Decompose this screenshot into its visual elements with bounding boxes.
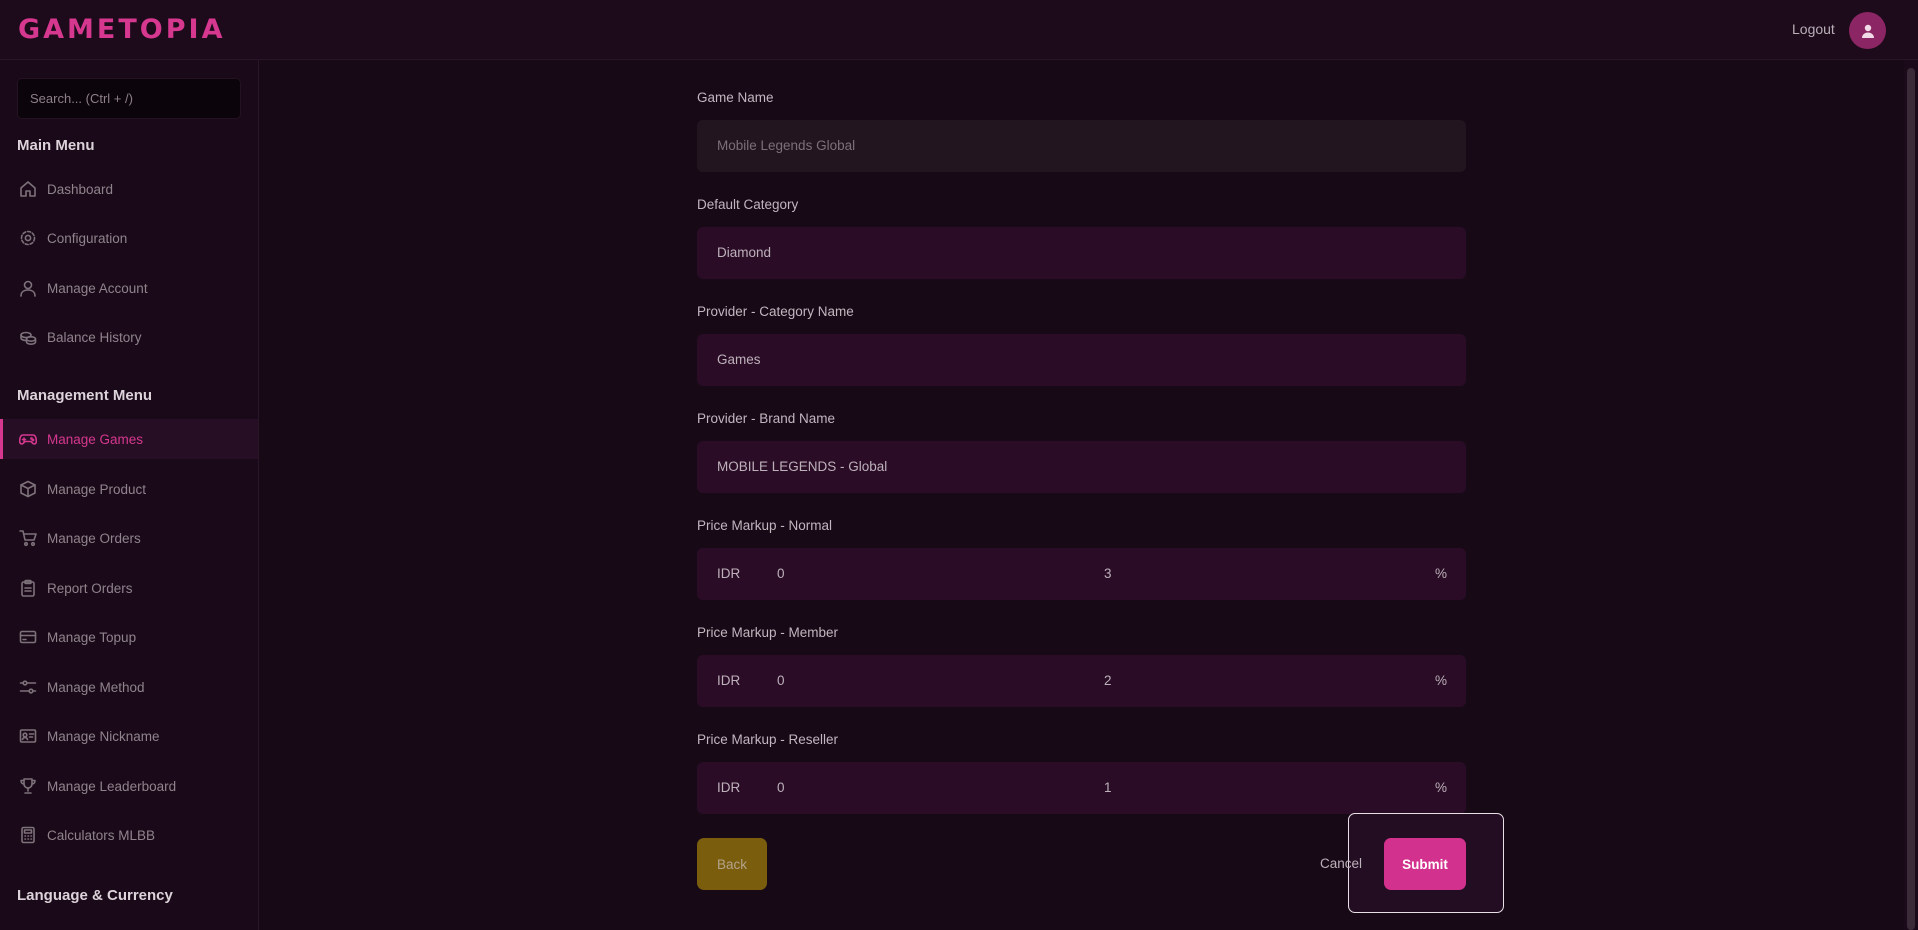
page-scrollbar[interactable] <box>1904 60 1918 930</box>
percent-suffix: % <box>1435 566 1448 581</box>
percent-suffix: % <box>1435 673 1448 688</box>
user-icon <box>18 279 37 298</box>
sidebar-item-manage-orders[interactable]: Manage Orders <box>0 518 258 558</box>
gear-icon <box>18 229 37 248</box>
markup-member-label: Price Markup - Member <box>697 625 839 640</box>
sidebar-item-manage-product[interactable]: Manage Product <box>0 469 258 509</box>
sidebar-item-configuration[interactable]: Configuration <box>0 218 258 258</box>
gamepad-icon <box>18 430 37 449</box>
sidebar-item-calculators-mlbb[interactable]: Calculators MLBB <box>0 815 258 855</box>
sidebar-item-dashboard[interactable]: Dashboard <box>0 169 258 209</box>
provider-brand-field[interactable]: MOBILE LEGENDS - Global <box>697 441 1466 493</box>
sidebar-item-label: Configuration <box>47 230 128 246</box>
sidebar-item-label: Dashboard <box>47 181 114 197</box>
markup-reseller-label: Price Markup - Reseller <box>697 732 839 747</box>
currency-prefix: IDR <box>717 566 741 581</box>
user-icon <box>1861 24 1874 38</box>
language-currency-title: Language & Currency <box>17 887 173 904</box>
sidebar: Main Menu Dashboard Configuration Manage… <box>0 60 259 930</box>
sidebar-item-label: Calculators MLBB <box>47 827 156 843</box>
sidebar-item-manage-leaderboard[interactable]: Manage Leaderboard <box>0 766 258 806</box>
markup-reseller-group: IDR 0 1 % <box>697 762 1466 814</box>
search-input[interactable] <box>17 78 241 119</box>
markup-member-percent-input[interactable]: 2 <box>1104 673 1112 688</box>
sliders-icon <box>18 678 37 697</box>
sidebar-item-label: Manage Nickname <box>47 728 160 744</box>
game-name-label: Game Name <box>697 90 774 105</box>
game-name-field: Mobile Legends Global <box>697 120 1466 172</box>
markup-normal-percent-input[interactable]: 3 <box>1104 566 1112 581</box>
currency-prefix: IDR <box>717 673 741 688</box>
default-category-label: Default Category <box>697 197 799 212</box>
sidebar-item-manage-account[interactable]: Manage Account <box>0 268 258 308</box>
sidebar-item-label: Manage Account <box>47 280 148 296</box>
main-menu-title: Main Menu <box>17 137 95 154</box>
coins-icon <box>18 328 37 347</box>
id-card-icon <box>18 727 37 746</box>
cancel-button[interactable]: Cancel <box>1320 856 1362 871</box>
clipboard-icon <box>18 579 37 598</box>
box-icon <box>18 480 37 499</box>
markup-normal-label: Price Markup - Normal <box>697 518 833 533</box>
markup-reseller-fixed-input[interactable]: 0 <box>777 780 785 795</box>
card-icon <box>18 628 37 647</box>
sidebar-item-balance-history[interactable]: Balance History <box>0 317 258 357</box>
sidebar-item-label: Manage Games <box>47 431 144 447</box>
sidebar-item-label: Report Orders <box>47 580 133 596</box>
markup-member-fixed-input[interactable]: 0 <box>777 673 785 688</box>
submit-button[interactable]: Submit <box>1384 838 1466 890</box>
percent-suffix: % <box>1435 780 1448 795</box>
logout-link[interactable]: Logout <box>1792 21 1835 37</box>
sidebar-item-manage-nickname[interactable]: Manage Nickname <box>0 716 258 756</box>
sidebar-item-label: Balance History <box>47 329 142 345</box>
provider-brand-label: Provider - Brand Name <box>697 411 836 426</box>
markup-normal-group: IDR 0 3 % <box>697 548 1466 600</box>
sidebar-item-label: Manage Topup <box>47 629 137 645</box>
back-button[interactable]: Back <box>697 838 767 890</box>
top-header: GAMETOPIA Logout <box>0 0 1918 60</box>
markup-member-group: IDR 0 2 % <box>697 655 1466 707</box>
markup-normal-fixed-input[interactable]: 0 <box>777 566 785 581</box>
management-menu-title: Management Menu <box>17 387 153 404</box>
sidebar-item-report-orders[interactable]: Report Orders <box>0 568 258 608</box>
provider-category-field[interactable]: Games <box>697 334 1466 386</box>
app-logo[interactable]: GAMETOPIA <box>18 14 225 45</box>
home-icon <box>18 180 37 199</box>
trophy-icon <box>18 777 37 796</box>
sidebar-item-label: Manage Leaderboard <box>47 778 177 794</box>
cart-icon <box>18 529 37 548</box>
provider-category-label: Provider - Category Name <box>697 304 854 319</box>
sidebar-item-manage-games[interactable]: Manage Games <box>0 419 258 459</box>
sidebar-item-label: Manage Product <box>47 481 147 497</box>
sidebar-item-manage-topup[interactable]: Manage Topup <box>0 617 258 657</box>
avatar[interactable] <box>1849 12 1886 49</box>
calculator-icon <box>18 826 37 845</box>
scrollbar-thumb[interactable] <box>1907 68 1915 930</box>
sidebar-item-label: Manage Method <box>47 679 145 695</box>
sidebar-item-label: Manage Orders <box>47 530 141 546</box>
sidebar-item-manage-method[interactable]: Manage Method <box>0 667 258 707</box>
default-category-field[interactable]: Diamond <box>697 227 1466 279</box>
currency-prefix: IDR <box>717 780 741 795</box>
markup-reseller-percent-input[interactable]: 1 <box>1104 780 1112 795</box>
